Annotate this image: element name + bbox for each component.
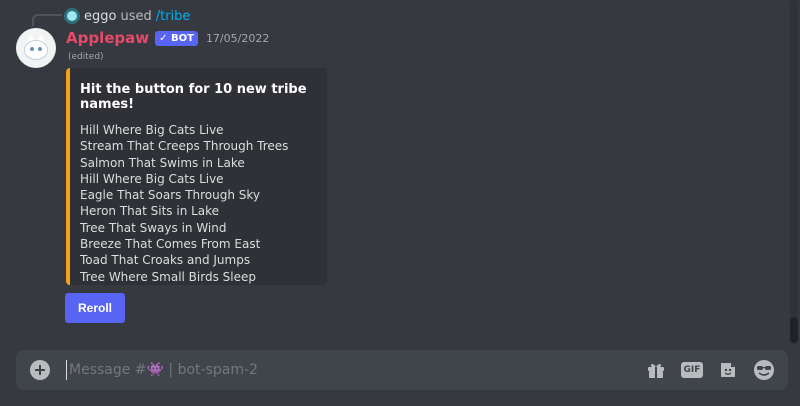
cat-eye-left xyxy=(30,47,34,51)
tribe-name: Eagle That Soars Through Sky xyxy=(80,188,261,203)
tribe-name: Heron That Sits in Lake xyxy=(80,204,220,219)
tribe-name: Hill Where Big Cats Live xyxy=(80,171,224,186)
embed: Hit the button for 10 new tribe names! H… xyxy=(66,68,327,285)
embed-title: Hit the button for 10 new tribe names! xyxy=(80,82,307,112)
scrollbar-track[interactable] xyxy=(790,0,798,345)
reply-avatar xyxy=(64,8,80,24)
message-header: Applepaw ✓ BOT 17/05/2022 xyxy=(66,28,269,48)
message-composer: GIF xyxy=(16,350,788,390)
avatar[interactable] xyxy=(16,28,56,68)
reply-username[interactable]: eggo xyxy=(84,9,116,24)
timestamp[interactable]: 17/05/2022 xyxy=(206,32,269,45)
tribe-name: Stream That Creeps Through Trees xyxy=(80,139,289,154)
tribe-name-list: Hill Where Big Cats Live Stream That Cre… xyxy=(80,122,315,285)
emoji-icon[interactable] xyxy=(752,358,776,382)
sticker-icon[interactable] xyxy=(716,358,740,382)
reroll-button[interactable]: Reroll xyxy=(65,293,125,323)
message-input[interactable] xyxy=(66,360,632,380)
tribe-name: Hill Where Big Cats Live xyxy=(80,123,224,137)
tribe-name: Breeze That Comes From East xyxy=(80,237,261,252)
add-attachment-icon[interactable] xyxy=(30,360,50,380)
edited-label[interactable]: (edited) xyxy=(68,52,104,62)
gift-icon[interactable] xyxy=(644,358,668,382)
tribe-name: Salmon That Swims in Lake xyxy=(80,155,245,170)
username[interactable]: Applepaw xyxy=(66,29,149,47)
gif-icon[interactable]: GIF xyxy=(680,358,704,382)
cat-eye-right xyxy=(38,47,42,51)
cat-head xyxy=(24,40,48,60)
reply-used-text: used xyxy=(120,8,152,24)
gif-label: GIF xyxy=(681,362,703,378)
composer-tools: GIF xyxy=(632,358,776,382)
reply-command[interactable]: /tribe xyxy=(156,9,191,24)
reply-context[interactable]: eggo used /tribe xyxy=(64,7,190,25)
bot-badge: ✓ BOT xyxy=(155,30,198,46)
tribe-name: Tree That Sways in Wind xyxy=(80,220,227,235)
tribe-name: Tree Where Small Birds Sleep xyxy=(80,269,256,284)
reply-spine xyxy=(32,14,62,26)
tribe-name: Toad That Croaks and Jumps xyxy=(80,253,251,268)
scrollbar-thumb[interactable] xyxy=(790,317,798,343)
